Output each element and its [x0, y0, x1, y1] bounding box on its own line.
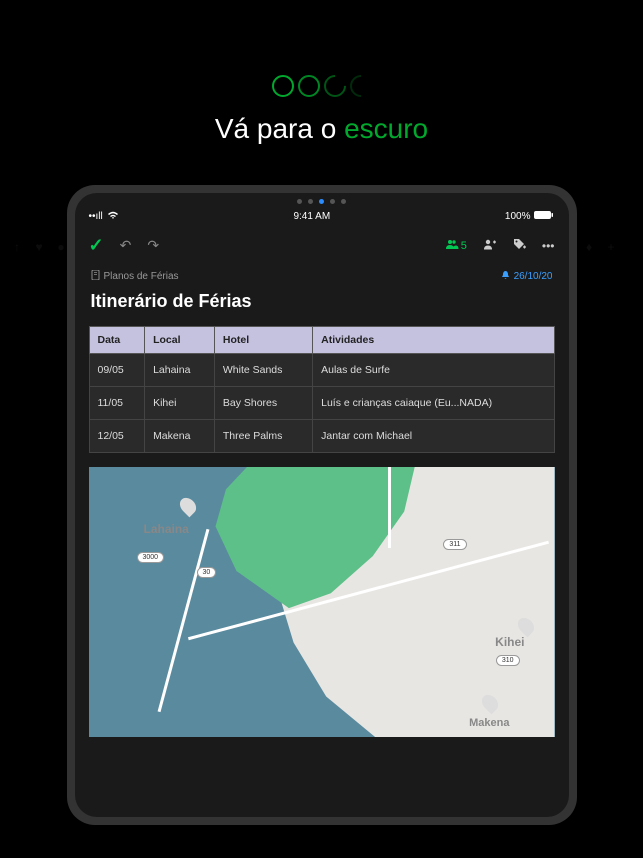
reminder-date-text: 26/10/20 [514, 271, 553, 282]
status-time: 9:41 AM [293, 211, 330, 222]
map-label-lahaina: Lahaina [144, 522, 189, 536]
table-cell[interactable]: White Sands [214, 354, 312, 387]
table-cell[interactable]: 11/05 [89, 387, 145, 420]
tablet-screen: ••ıll 9:41 AM 100% ✓ ↶ ↷ [75, 193, 569, 817]
tagline-accent: escuro [344, 113, 428, 144]
table-cell[interactable]: Luís e crianças caiaque (Eu...NADA) [313, 387, 554, 420]
undo-button[interactable]: ↶ [120, 237, 132, 254]
app-logo [0, 0, 643, 97]
bell-icon [501, 270, 510, 283]
more-menu-button[interactable]: ••• [542, 239, 555, 253]
people-icon [445, 238, 459, 253]
map-label-makena: Makena [469, 717, 509, 729]
add-tag-button[interactable] [513, 238, 526, 254]
tagline: Vá para o escuro [0, 113, 643, 145]
table-cell[interactable]: Bay Shores [214, 387, 312, 420]
table-row: 12/05 Makena Three Palms Jantar com Mich… [89, 420, 554, 453]
table-header[interactable]: Atividades [313, 327, 554, 354]
notebook-icon [91, 270, 100, 283]
breadcrumb-label: Planos de Férias [104, 271, 179, 282]
table-header[interactable]: Hotel [214, 327, 312, 354]
table-cell[interactable]: Kihei [145, 387, 215, 420]
wifi-icon [107, 210, 119, 223]
table-cell[interactable]: Jantar com Michael [313, 420, 554, 453]
table-cell[interactable]: 12/05 [89, 420, 145, 453]
add-person-button[interactable] [483, 238, 497, 253]
battery-percent: 100% [505, 211, 531, 222]
route-badge: 310 [496, 655, 520, 666]
redo-button[interactable]: ↷ [147, 237, 159, 254]
table-cell[interactable]: Makena [145, 420, 215, 453]
done-button[interactable]: ✓ [89, 235, 104, 256]
table-cell[interactable]: 09/05 [89, 354, 145, 387]
tagline-prefix: Vá para o [215, 113, 344, 144]
table-header-row: Data Local Hotel Atividades [89, 327, 554, 354]
reminder-date-button[interactable]: 26/10/20 [501, 270, 553, 283]
share-count-button[interactable]: 5 [445, 238, 467, 253]
map-label-kihei: Kihei [495, 635, 524, 649]
breadcrumb[interactable]: Planos de Férias [91, 270, 179, 283]
route-badge: 30 [197, 567, 217, 578]
table-header[interactable]: Data [89, 327, 145, 354]
signal-icon: ••ıll [89, 211, 103, 222]
note-title[interactable]: Itinerário de Férias [75, 287, 569, 326]
page-indicator [75, 193, 569, 206]
table-header[interactable]: Local [145, 327, 215, 354]
tablet-device-frame: ••ıll 9:41 AM 100% ✓ ↶ ↷ [67, 185, 577, 825]
table-cell[interactable]: Three Palms [214, 420, 312, 453]
itinerary-table[interactable]: Data Local Hotel Atividades 09/05 Lahain… [89, 326, 555, 453]
status-bar: ••ıll 9:41 AM 100% [75, 206, 569, 229]
table-row: 09/05 Lahaina White Sands Aulas de Surfe [89, 354, 554, 387]
battery-icon [534, 210, 554, 223]
route-badge: 311 [443, 539, 466, 550]
table-row: 11/05 Kihei Bay Shores Luís e crianças c… [89, 387, 554, 420]
table-cell[interactable]: Aulas de Surfe [313, 354, 554, 387]
app-toolbar: ✓ ↶ ↷ 5 ••• [75, 229, 569, 262]
route-badge: 3000 [137, 552, 165, 563]
map-image[interactable]: Lahaina Kihei Makena 3000 30 311 310 [89, 467, 555, 737]
table-cell[interactable]: Lahaina [145, 354, 215, 387]
